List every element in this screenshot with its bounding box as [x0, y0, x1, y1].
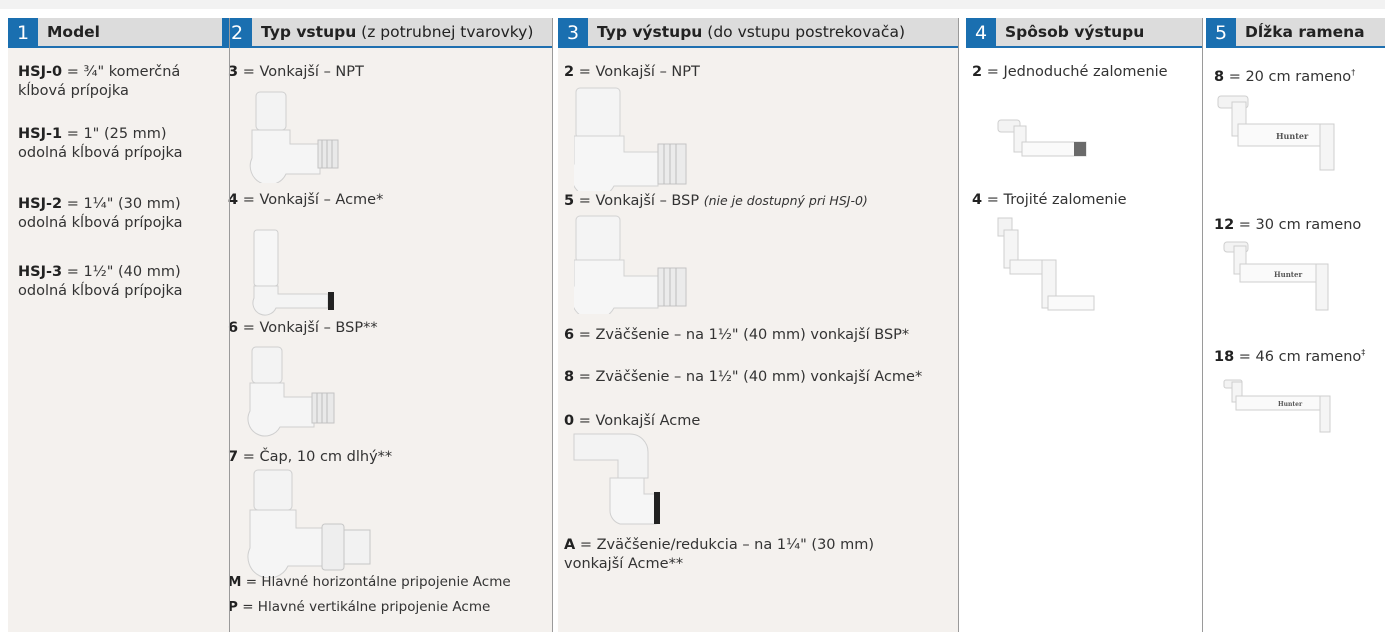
option-item: 2 = Vonkajší – NPT	[564, 64, 700, 80]
column-divider	[958, 18, 959, 632]
model-item: HSJ-0 = ¾" komerčná kĺbová prípojka	[18, 64, 181, 99]
model-item: HSJ-3 = 1½" (40 mm) odolná kĺbová prípojk…	[18, 264, 183, 299]
option-item: 18 = 46 cm rameno‡	[1214, 348, 1366, 365]
option-item: M = Hlavné horizontálne pripojenie Acme	[228, 574, 511, 590]
step-number: 4	[966, 18, 996, 48]
step-number: 3	[558, 18, 588, 48]
option-item: 6 = Vonkajší – BSP**	[228, 320, 378, 336]
column-title: Typ výstupu	[597, 23, 703, 41]
option-item: 0 = Vonkajší Acme	[564, 413, 701, 429]
column-divider	[1202, 18, 1203, 632]
option-item: A = Zväčšenie/redukcia – na 1¼" (30 mm) v…	[564, 537, 875, 572]
triple-elbow-image	[997, 217, 1095, 311]
option-item: 5 = Vonkajší – BSP (nie je dostupný pri …	[564, 193, 868, 209]
single-elbow-image	[997, 119, 1087, 157]
column-subtitle: (do vstupu postrekovača)	[702, 23, 905, 41]
option-item: 12 = 30 cm rameno	[1214, 217, 1362, 233]
step-number: 2	[222, 18, 252, 48]
npt-outlet-fitting-image	[574, 87, 687, 191]
column-inlet-type: 2 Typ vstupu (z potrubnej tvarovky) 3 = …	[222, 18, 552, 632]
option-item: 6 = Zväčšenie – na 1½" (40 mm) vonkajší …	[564, 327, 910, 343]
column-header: 2 Typ vstupu (z potrubnej tvarovky)	[222, 18, 552, 48]
step-number: 1	[8, 18, 38, 48]
acme-outlet-fitting-image	[573, 433, 660, 525]
step-number: 5	[1206, 18, 1236, 48]
arm-30cm-image: Hunter	[1223, 241, 1329, 311]
model-item: HSJ-1 = 1" (25 mm) odolná kĺbová prípojka	[18, 126, 183, 161]
npt-elbow-fitting-image	[249, 91, 339, 183]
model-item: HSJ-2 = 1¼" (30 mm) odolná kĺbová prípojk…	[18, 196, 183, 231]
column-title: Spôsob výstupu	[1005, 23, 1145, 41]
option-item: 4 = Trojité zalomenie	[972, 192, 1127, 208]
option-item: P = Hlavné vertikálne pripojenie Acme	[228, 599, 491, 615]
brand-logo: Hunter	[1274, 270, 1302, 279]
option-item: 8 = 20 cm rameno†	[1214, 68, 1356, 85]
bsp-outlet-fitting-image	[574, 215, 687, 314]
column-header: 4 Spôsob výstupu	[966, 18, 1202, 48]
column-title: Dĺžka ramena	[1245, 23, 1365, 41]
nipple-elbow-fitting-image	[247, 469, 371, 578]
column-subtitle: (z potrubnej tvarovky)	[356, 23, 534, 41]
column-outlet-style: 4 Spôsob výstupu 2 = Jednoduché zalomeni…	[966, 18, 1202, 632]
acme-elbow-fitting-image	[252, 229, 334, 316]
column-header: 5 Dĺžka ramena	[1206, 18, 1385, 48]
column-divider	[552, 18, 553, 632]
column-header: 3 Typ výstupu (do vstupu postrekovača)	[558, 18, 958, 48]
top-rule	[0, 0, 1385, 9]
option-item: 3 = Vonkajší – NPT	[228, 64, 364, 80]
column-title: Model	[47, 23, 100, 41]
arm-46cm-image: Hunter	[1223, 379, 1331, 433]
column-outlet-type: 3 Typ výstupu (do vstupu postrekovača) 2…	[558, 18, 958, 632]
column-title: Typ vstupu	[261, 23, 357, 41]
option-item: 4 = Vonkajší – Acme*	[228, 192, 384, 208]
column-arm-length: 5 Dĺžka ramena 8 = 20 cm rameno† Hunter …	[1206, 18, 1385, 632]
column-header: 1 Model	[8, 18, 229, 48]
brand-logo: Hunter	[1276, 131, 1309, 141]
column-divider	[229, 18, 230, 632]
column-model: 1 Model HSJ-0 = ¾" komerčná kĺbová prípoj…	[8, 18, 229, 632]
bsp-elbow-fitting-image	[247, 346, 335, 437]
arm-20cm-image: Hunter	[1217, 95, 1335, 171]
option-item: 8 = Zväčšenie – na 1½" (40 mm) vonkajší …	[564, 369, 923, 385]
brand-logo: Hunter	[1278, 401, 1303, 408]
option-item: 2 = Jednoduché zalomenie	[972, 64, 1168, 80]
option-item: 7 = Čap, 10 cm dlhý**	[228, 449, 393, 465]
